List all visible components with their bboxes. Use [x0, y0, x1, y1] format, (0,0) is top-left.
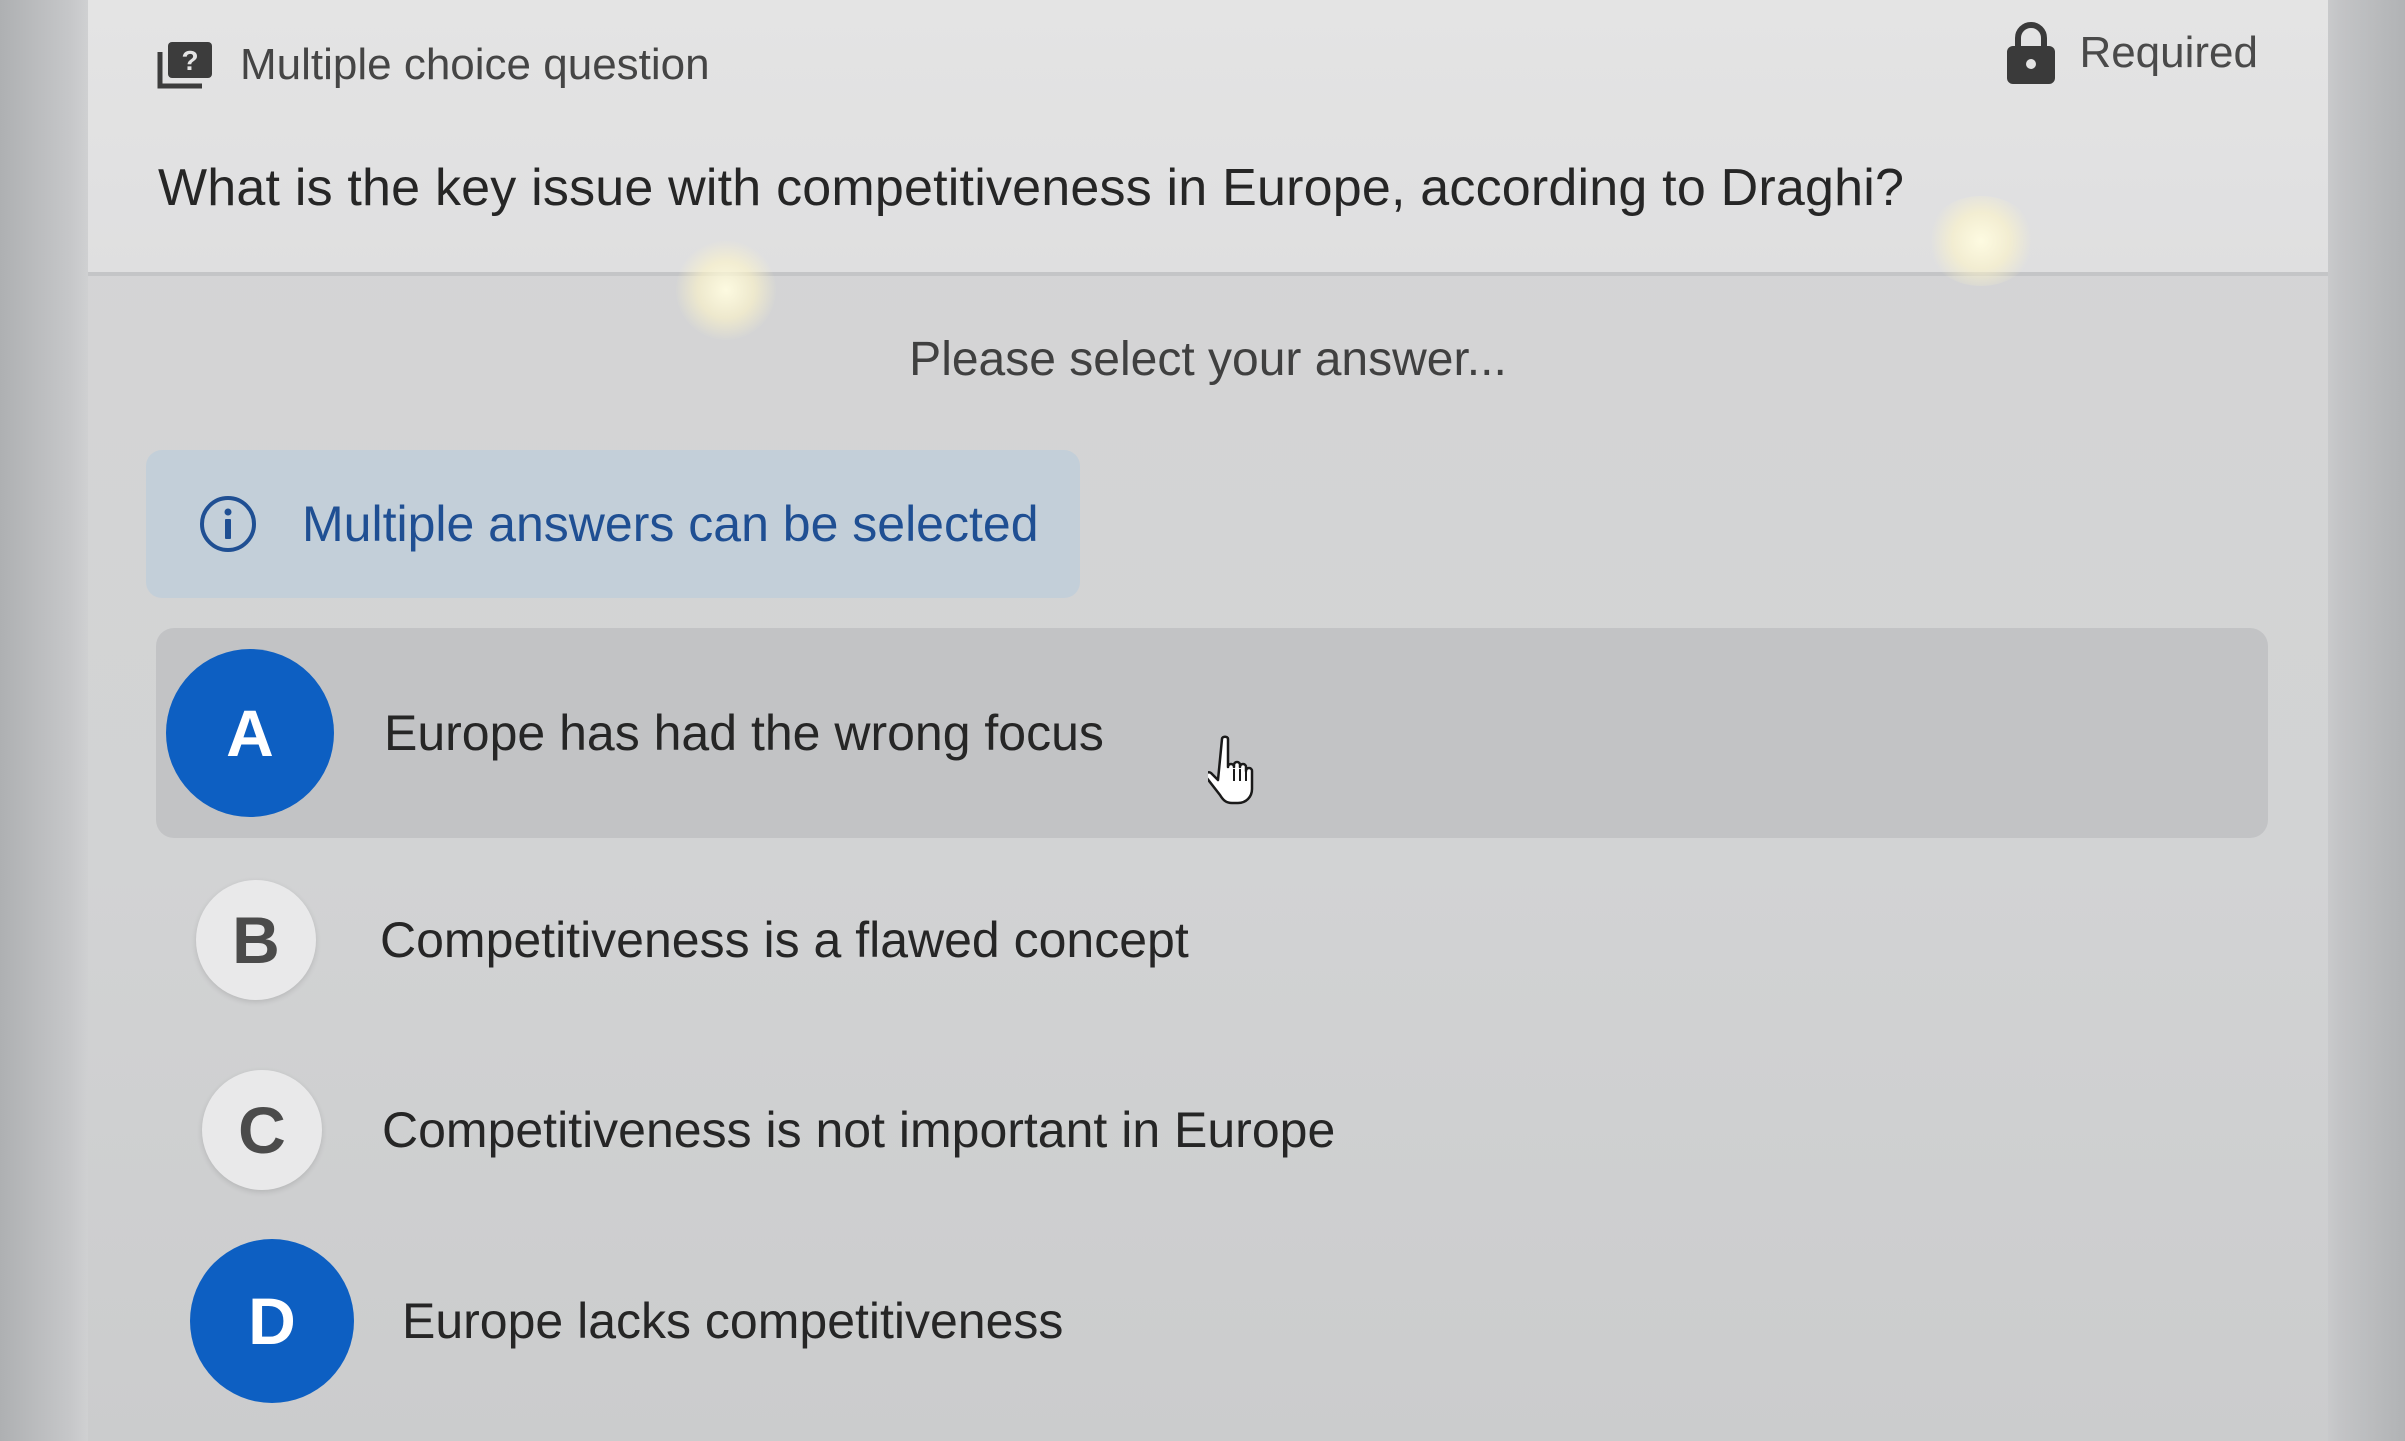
info-banner: Multiple answers can be selected	[146, 450, 1080, 598]
option-c-text[interactable]: Competitiveness is not important in Euro…	[382, 1101, 1335, 1159]
option-d[interactable]: D Europe lacks competitiveness	[156, 1236, 2268, 1406]
screen: ? Multiple choice question Required What…	[0, 0, 2405, 1441]
required-label: Required	[2079, 28, 2258, 77]
svg-text:?: ?	[181, 45, 198, 76]
option-d-text[interactable]: Europe lacks competitiveness	[402, 1292, 1063, 1350]
option-a-text[interactable]: Europe has had the wrong focus	[384, 704, 1104, 762]
question-type-label: Multiple choice question	[240, 40, 710, 89]
hand-pointer-icon	[1208, 735, 1254, 805]
info-text: Multiple answers can be selected	[302, 496, 1039, 552]
option-b[interactable]: B Competitiveness is a flawed concept	[156, 880, 2268, 1000]
screen-glare	[1926, 196, 2036, 286]
option-b-text[interactable]: Competitiveness is a flawed concept	[380, 911, 1189, 969]
option-a-badge[interactable]: A	[166, 649, 334, 817]
info-icon	[200, 496, 256, 552]
answer-prompt: Please select your answer...	[909, 333, 1507, 386]
option-c[interactable]: C Competitiveness is not important in Eu…	[156, 1070, 2268, 1190]
required-indicator: Required	[2005, 20, 2258, 86]
screen-glare	[676, 240, 776, 340]
option-b-badge[interactable]: B	[196, 880, 316, 1000]
question-card: ? Multiple choice question Required What…	[88, 0, 2328, 1441]
question-card-icon: ?	[157, 42, 212, 89]
question-text: What is the key issue with competitivene…	[158, 159, 1905, 217]
option-d-badge[interactable]: D	[190, 1239, 354, 1403]
question-type: ? Multiple choice question	[156, 40, 710, 90]
option-c-badge[interactable]: C	[202, 1070, 322, 1190]
lock-icon	[2007, 22, 2056, 84]
